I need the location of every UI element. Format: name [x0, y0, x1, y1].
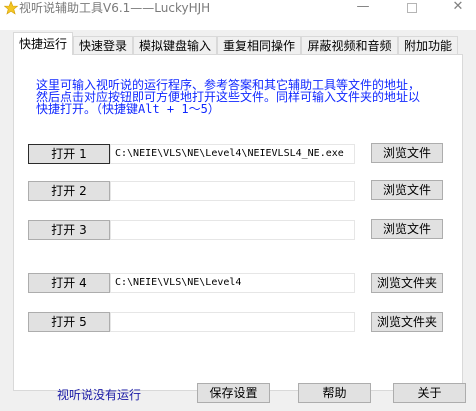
- tab-keyboard-input[interactable]: 模拟键盘输入: [133, 36, 217, 54]
- path-3-input[interactable]: [110, 220, 355, 240]
- save-settings-button[interactable]: 保存设置: [197, 383, 270, 403]
- window-title: 视听说辅助工具V6.1——LuckyHJH: [19, 1, 211, 15]
- path-5-input[interactable]: [110, 312, 355, 332]
- browse-file-1-button[interactable]: 浏览文件: [371, 143, 443, 163]
- tab-quick-login[interactable]: 快速登录: [73, 36, 133, 54]
- status-text: 视听说没有运行: [57, 388, 142, 402]
- title-bar[interactable]: 视听说辅助工具V6.1——LuckyHJH — ✕: [0, 0, 476, 30]
- browse-file-3-button[interactable]: 浏览文件: [371, 219, 443, 239]
- info-line-3: 快捷打开。（快捷键Alt + 1～5）: [36, 102, 220, 116]
- maximize-button[interactable]: [395, 0, 429, 18]
- tab-repeat-action[interactable]: 重复相同操作: [217, 36, 301, 54]
- tab-block-media[interactable]: 屏蔽视频和音频: [301, 36, 398, 54]
- about-button[interactable]: 关于: [393, 383, 466, 403]
- open-4-button[interactable]: 打开 4: [28, 273, 110, 293]
- tab-extra-features[interactable]: 附加功能: [398, 36, 458, 54]
- help-button[interactable]: 帮助: [298, 383, 371, 403]
- open-2-button[interactable]: 打开 2: [28, 181, 110, 201]
- browse-folder-4-button[interactable]: 浏览文件夹: [371, 273, 443, 293]
- star-app-icon: [4, 1, 18, 15]
- minimize-button[interactable]: —: [346, 0, 380, 18]
- tab-quick-run[interactable]: 快捷运行: [13, 32, 73, 55]
- browse-file-2-button[interactable]: 浏览文件: [371, 180, 443, 200]
- close-button[interactable]: ✕: [441, 0, 475, 18]
- path-1-input[interactable]: C:\NEIE\VLS\NE\Level4\NEIEVLSL4_NE.exe: [110, 144, 355, 164]
- open-1-button[interactable]: 打开 1: [28, 144, 110, 164]
- info-text: 这里可输入视听说的运行程序、参考答案和其它辅助工具等文件的地址， 然后点击对应按…: [36, 79, 441, 115]
- browse-folder-5-button[interactable]: 浏览文件夹: [371, 312, 443, 332]
- path-2-input[interactable]: [110, 181, 355, 201]
- path-4-input[interactable]: C:\NEIE\VLS\NE\Level4: [110, 273, 355, 293]
- open-5-button[interactable]: 打开 5: [28, 312, 110, 332]
- open-3-button[interactable]: 打开 3: [28, 220, 110, 240]
- maximize-icon: [407, 3, 417, 13]
